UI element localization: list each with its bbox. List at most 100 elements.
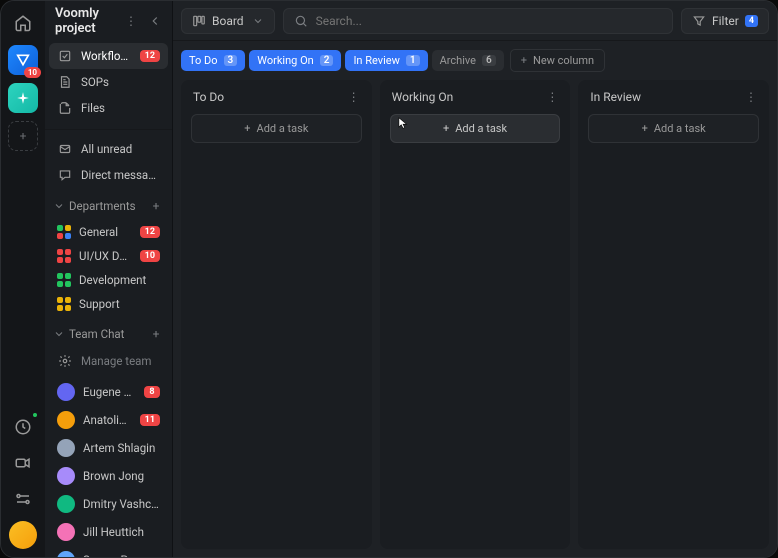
add-task-button[interactable]: +Add a task: [191, 114, 362, 143]
sidebar-item-files[interactable]: Files: [49, 95, 168, 121]
team-member[interactable]: Jill Heuttich: [49, 518, 168, 546]
avatar: [57, 411, 75, 429]
status-pill[interactable]: Working On2: [249, 50, 341, 71]
grid-icon: [57, 249, 71, 263]
sidebar-item-dm[interactable]: Direct messages: [49, 162, 168, 188]
avatar: [57, 439, 75, 457]
new-column-button[interactable]: + New column: [510, 49, 605, 72]
avatar: [57, 495, 75, 513]
pill-count: 1: [406, 55, 420, 66]
column-header: In Review ⋮: [578, 80, 769, 114]
project-title: Voomly project: [55, 6, 122, 36]
files-icon: [57, 100, 73, 116]
sidebar-item-unread[interactable]: All unread: [49, 136, 168, 162]
team-member[interactable]: Artem Shlagin: [49, 434, 168, 462]
notification-dot: [31, 411, 39, 419]
status-pill[interactable]: To Do3: [181, 50, 245, 71]
collapse-sidebar-icon[interactable]: [146, 12, 164, 30]
add-workspace-button[interactable]: +: [8, 121, 38, 151]
workspace-2[interactable]: [8, 83, 38, 113]
avatar: [57, 383, 75, 401]
column-header: Working On ⋮: [380, 80, 571, 114]
chevron-down-icon: [53, 200, 65, 212]
home-icon[interactable]: [9, 9, 37, 37]
board-column: To Do ⋮ +Add a task: [181, 80, 372, 549]
plus-icon: +: [443, 122, 449, 135]
topbar: Board Filter 4: [173, 1, 777, 41]
team-member[interactable]: Sergey Popov: [49, 546, 168, 558]
column-menu-icon[interactable]: ⋮: [745, 90, 757, 104]
status-pill[interactable]: Archive6: [432, 50, 504, 71]
pill-count: 3: [224, 55, 238, 66]
plus-icon: +: [642, 122, 648, 135]
add-task-button[interactable]: +Add a task: [390, 114, 561, 143]
view-selector[interactable]: Board: [181, 8, 275, 34]
status-pillbar: To Do3Working On2In Review1Archive6 + Ne…: [173, 41, 777, 80]
column-title: To Do: [193, 90, 224, 104]
sidebar-item-workflows[interactable]: Workflows12: [49, 43, 168, 69]
video-icon[interactable]: [9, 449, 37, 477]
badge: 12: [140, 50, 160, 62]
filter-count: 4: [745, 15, 758, 27]
avatar: [57, 467, 75, 485]
avatar: [57, 523, 75, 541]
add-team-button[interactable]: +: [148, 326, 164, 342]
team-member[interactable]: Anatoliy Emleninov11: [49, 406, 168, 434]
column-header: To Do ⋮: [181, 80, 372, 114]
chevron-down-icon: [252, 15, 264, 27]
department-item[interactable]: UI/UX Design10: [49, 244, 168, 268]
settings-icon[interactable]: [9, 485, 37, 513]
grid-icon: [57, 297, 71, 311]
board-icon: [192, 14, 206, 28]
department-item[interactable]: General12: [49, 220, 168, 244]
gear-icon: [57, 353, 73, 369]
board-column: In Review ⋮ +Add a task: [578, 80, 769, 549]
sidebar-header: Voomly project ⋮: [45, 1, 172, 41]
avatar: [57, 551, 75, 558]
sidebar: Voomly project ⋮ Workflows12SOPsFiles Al…: [45, 1, 173, 557]
column-menu-icon[interactable]: ⋮: [348, 90, 360, 104]
search-input[interactable]: [316, 14, 662, 28]
status-pill[interactable]: In Review1: [345, 50, 427, 71]
sops-icon: [57, 74, 73, 90]
team-member[interactable]: Brown Jong: [49, 462, 168, 490]
column-title: In Review: [590, 90, 641, 104]
unread-icon: [57, 141, 73, 157]
department-item[interactable]: Support: [49, 292, 168, 316]
badge: 12: [140, 226, 160, 238]
kanban-board: To Do⋮+Add a taskWorking On⋮+Add a taskI…: [173, 80, 777, 557]
chevron-down-icon: [53, 328, 65, 340]
search-box[interactable]: [283, 8, 673, 34]
column-menu-icon[interactable]: ⋮: [546, 90, 558, 104]
project-menu-icon[interactable]: ⋮: [122, 12, 140, 30]
badge: 10: [140, 250, 160, 262]
user-avatar[interactable]: [9, 521, 37, 549]
team-group[interactable]: Team Chat +: [45, 318, 172, 346]
workspace-voomly[interactable]: 10: [8, 45, 38, 75]
column-title: Working On: [392, 90, 454, 104]
team-member[interactable]: Eugene Dobrik8: [49, 378, 168, 406]
clock-icon[interactable]: [9, 413, 37, 441]
badge: 11: [140, 414, 160, 426]
app-rail: 10 +: [1, 1, 45, 557]
pill-count: 6: [482, 55, 496, 66]
dm-icon: [57, 167, 73, 183]
grid-icon: [57, 273, 71, 287]
filter-icon: [692, 14, 706, 28]
badge: 8: [144, 386, 160, 398]
add-department-button[interactable]: +: [148, 198, 164, 214]
workspace-badge: 10: [24, 67, 41, 78]
grid-icon: [57, 225, 71, 239]
workflows-icon: [57, 48, 73, 64]
pill-count: 2: [320, 55, 334, 66]
plus-icon: +: [244, 122, 250, 135]
team-member[interactable]: Dmitry Vashchilov: [49, 490, 168, 518]
add-task-button[interactable]: +Add a task: [588, 114, 759, 143]
departments-group[interactable]: Departments +: [45, 190, 172, 218]
board-column: Working On ⋮ +Add a task: [380, 80, 571, 549]
manage-team-button[interactable]: Manage team: [49, 348, 168, 374]
filter-button[interactable]: Filter 4: [681, 8, 769, 34]
sidebar-item-sops[interactable]: SOPs: [49, 69, 168, 95]
department-item[interactable]: Development: [49, 268, 168, 292]
main-content: Board Filter 4 To Do3Working On2In Revie…: [173, 1, 777, 557]
